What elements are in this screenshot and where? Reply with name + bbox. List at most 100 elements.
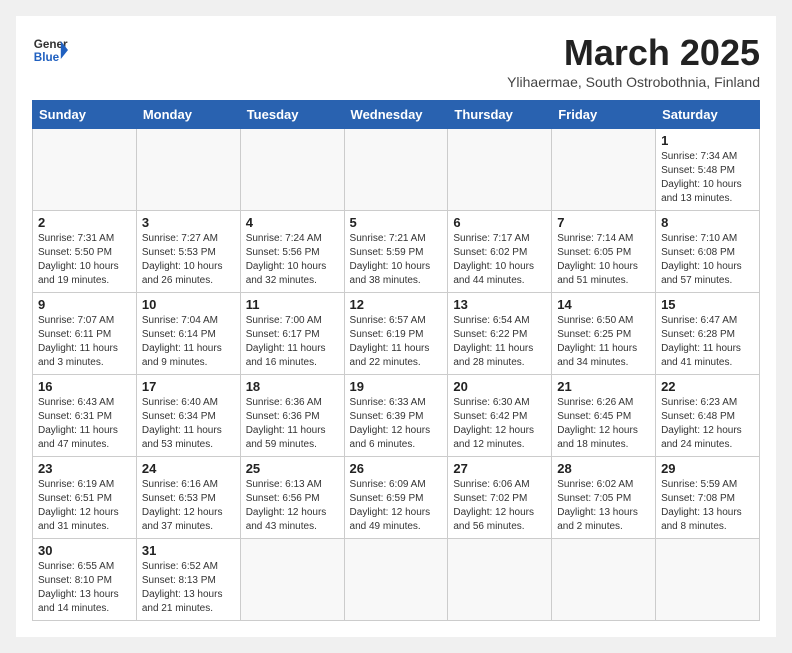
calendar-cell: [656, 539, 760, 621]
calendar-cell: 15Sunrise: 6:47 AM Sunset: 6:28 PM Dayli…: [656, 293, 760, 375]
day-number: 22: [661, 379, 754, 394]
day-info: Sunrise: 7:24 AM Sunset: 5:56 PM Dayligh…: [246, 232, 339, 288]
day-number: 25: [246, 461, 339, 476]
day-info: Sunrise: 6:06 AM Sunset: 7:02 PM Dayligh…: [453, 478, 546, 534]
calendar-cell: 7Sunrise: 7:14 AM Sunset: 6:05 PM Daylig…: [552, 211, 656, 293]
logo: General Blue: [32, 32, 68, 68]
calendar-cell: 5 Sunrise: 7:21 AM Sunset: 5:59 PM Daylig…: [344, 211, 448, 293]
day-info: Sunrise: 6:54 AM Sunset: 6:22 PM Dayligh…: [453, 314, 546, 370]
calendar-cell: 9Sunrise: 7:07 AM Sunset: 6:11 PM Daylig…: [33, 293, 137, 375]
calendar-cell: 29 Sunrise: 5:59 AM Sunset: 7:08 PM Dayli…: [656, 457, 760, 539]
day-number: 16: [38, 379, 131, 394]
title-block: March 2025 Ylihaermae, South Ostrobothni…: [507, 32, 760, 90]
day-number: 10: [142, 297, 235, 312]
calendar-cell: 31Sunrise: 6:52 AM Sunset: 8:13 PM Dayli…: [136, 539, 240, 621]
day-info: Sunrise: 6:43 AM Sunset: 6:31 PM Dayligh…: [38, 396, 131, 452]
svg-text:Blue: Blue: [34, 51, 60, 64]
calendar-cell: 10 Sunrise: 7:04 AM Sunset: 6:14 PM Dayli…: [136, 293, 240, 375]
day-info: Sunrise: 6:50 AM Sunset: 6:25 PM Dayligh…: [557, 314, 650, 370]
calendar-cell: 25 Sunrise: 6:13 AM Sunset: 6:56 PM Dayli…: [240, 457, 344, 539]
day-info: Sunrise: 6:26 AM Sunset: 6:45 PM Dayligh…: [557, 396, 650, 452]
calendar-cell: 11 Sunrise: 7:00 AM Sunset: 6:17 PM Dayli…: [240, 293, 344, 375]
calendar-cell: [448, 129, 552, 211]
calendar-cell: [136, 129, 240, 211]
day-info: Sunrise: 7:17 AM Sunset: 6:02 PM Dayligh…: [453, 232, 546, 288]
day-info: Sunrise: 6:23 AM Sunset: 6:48 PM Dayligh…: [661, 396, 754, 452]
calendar-cell: [552, 539, 656, 621]
day-number: 28: [557, 461, 650, 476]
header: General Blue March 2025 Ylihaermae, Sout…: [32, 32, 760, 90]
day-number: 18: [246, 379, 339, 394]
calendar-cell: [240, 129, 344, 211]
calendar-cell: 23 Sunrise: 6:19 AM Sunset: 6:51 PM Dayli…: [33, 457, 137, 539]
calendar-cell: 21Sunrise: 6:26 AM Sunset: 6:45 PM Dayli…: [552, 375, 656, 457]
calendar-cell: 18Sunrise: 6:36 AM Sunset: 6:36 PM Dayli…: [240, 375, 344, 457]
day-number: 24: [142, 461, 235, 476]
calendar-cell: 13 Sunrise: 6:54 AM Sunset: 6:22 PM Dayli…: [448, 293, 552, 375]
day-info: Sunrise: 6:02 AM Sunset: 7:05 PM Dayligh…: [557, 478, 650, 534]
day-number: 17: [142, 379, 235, 394]
day-number: 20: [453, 379, 546, 394]
day-info: Sunrise: 6:19 AM Sunset: 6:51 PM Dayligh…: [38, 478, 131, 534]
day-number: 13: [453, 297, 546, 312]
header-wednesday: Wednesday: [344, 101, 448, 129]
calendar-cell: 4 Sunrise: 7:24 AM Sunset: 5:56 PM Daylig…: [240, 211, 344, 293]
calendar-cell: [344, 539, 448, 621]
day-info: Sunrise: 7:10 AM Sunset: 6:08 PM Dayligh…: [661, 232, 754, 288]
day-info: Sunrise: 6:16 AM Sunset: 6:53 PM Dayligh…: [142, 478, 235, 534]
weekday-header-row: Sunday Monday Tuesday Wednesday Thursday…: [33, 101, 760, 129]
day-info: Sunrise: 6:13 AM Sunset: 6:56 PM Dayligh…: [246, 478, 339, 534]
day-number: 6: [453, 215, 546, 230]
calendar-cell: [448, 539, 552, 621]
day-number: 11: [246, 297, 339, 312]
day-info: Sunrise: 6:33 AM Sunset: 6:39 PM Dayligh…: [350, 396, 443, 452]
day-number: 8: [661, 215, 754, 230]
header-thursday: Thursday: [448, 101, 552, 129]
calendar-cell: 2Sunrise: 7:31 AM Sunset: 5:50 PM Daylig…: [33, 211, 137, 293]
day-number: 12: [350, 297, 443, 312]
month-title: March 2025: [507, 32, 760, 74]
day-info: Sunrise: 7:00 AM Sunset: 6:17 PM Dayligh…: [246, 314, 339, 370]
day-number: 3: [142, 215, 235, 230]
day-number: 27: [453, 461, 546, 476]
day-info: Sunrise: 7:21 AM Sunset: 5:59 PM Dayligh…: [350, 232, 443, 288]
calendar-cell: 16 Sunrise: 6:43 AM Sunset: 6:31 PM Dayli…: [33, 375, 137, 457]
calendar-table: Sunday Monday Tuesday Wednesday Thursday…: [32, 100, 760, 621]
day-info: Sunrise: 6:52 AM Sunset: 8:13 PM Dayligh…: [142, 560, 235, 616]
calendar-cell: 27 Sunrise: 6:06 AM Sunset: 7:02 PM Dayli…: [448, 457, 552, 539]
header-saturday: Saturday: [656, 101, 760, 129]
calendar-cell: 17 Sunrise: 6:40 AM Sunset: 6:34 PM Dayli…: [136, 375, 240, 457]
calendar-page: General Blue March 2025 Ylihaermae, Sout…: [16, 16, 776, 637]
day-number: 23: [38, 461, 131, 476]
day-number: 14: [557, 297, 650, 312]
calendar-cell: 20 Sunrise: 6:30 AM Sunset: 6:42 PM Dayli…: [448, 375, 552, 457]
day-info: Sunrise: 6:55 AM Sunset: 8:10 PM Dayligh…: [38, 560, 131, 616]
calendar-cell: [344, 129, 448, 211]
day-info: Sunrise: 6:47 AM Sunset: 6:28 PM Dayligh…: [661, 314, 754, 370]
day-number: 5: [350, 215, 443, 230]
day-info: Sunrise: 6:40 AM Sunset: 6:34 PM Dayligh…: [142, 396, 235, 452]
calendar-cell: 28 Sunrise: 6:02 AM Sunset: 7:05 PM Dayli…: [552, 457, 656, 539]
calendar-cell: 1Sunrise: 7:34 AM Sunset: 5:48 PM Daylig…: [656, 129, 760, 211]
day-number: 26: [350, 461, 443, 476]
day-info: Sunrise: 5:59 AM Sunset: 7:08 PM Dayligh…: [661, 478, 754, 534]
day-number: 29: [661, 461, 754, 476]
header-tuesday: Tuesday: [240, 101, 344, 129]
day-info: Sunrise: 6:57 AM Sunset: 6:19 PM Dayligh…: [350, 314, 443, 370]
calendar-cell: 3 Sunrise: 7:27 AM Sunset: 5:53 PM Daylig…: [136, 211, 240, 293]
day-number: 2: [38, 215, 131, 230]
day-number: 4: [246, 215, 339, 230]
calendar-cell: 8 Sunrise: 7:10 AM Sunset: 6:08 PM Daylig…: [656, 211, 760, 293]
location-subtitle: Ylihaermae, South Ostrobothnia, Finland: [507, 74, 760, 90]
logo-icon: General Blue: [32, 32, 68, 68]
day-number: 7: [557, 215, 650, 230]
header-sunday: Sunday: [33, 101, 137, 129]
day-number: 30: [38, 543, 131, 558]
calendar-cell: [552, 129, 656, 211]
calendar-cell: [240, 539, 344, 621]
day-info: Sunrise: 6:30 AM Sunset: 6:42 PM Dayligh…: [453, 396, 546, 452]
day-info: Sunrise: 7:04 AM Sunset: 6:14 PM Dayligh…: [142, 314, 235, 370]
calendar-cell: [33, 129, 137, 211]
day-info: Sunrise: 7:27 AM Sunset: 5:53 PM Dayligh…: [142, 232, 235, 288]
day-number: 9: [38, 297, 131, 312]
